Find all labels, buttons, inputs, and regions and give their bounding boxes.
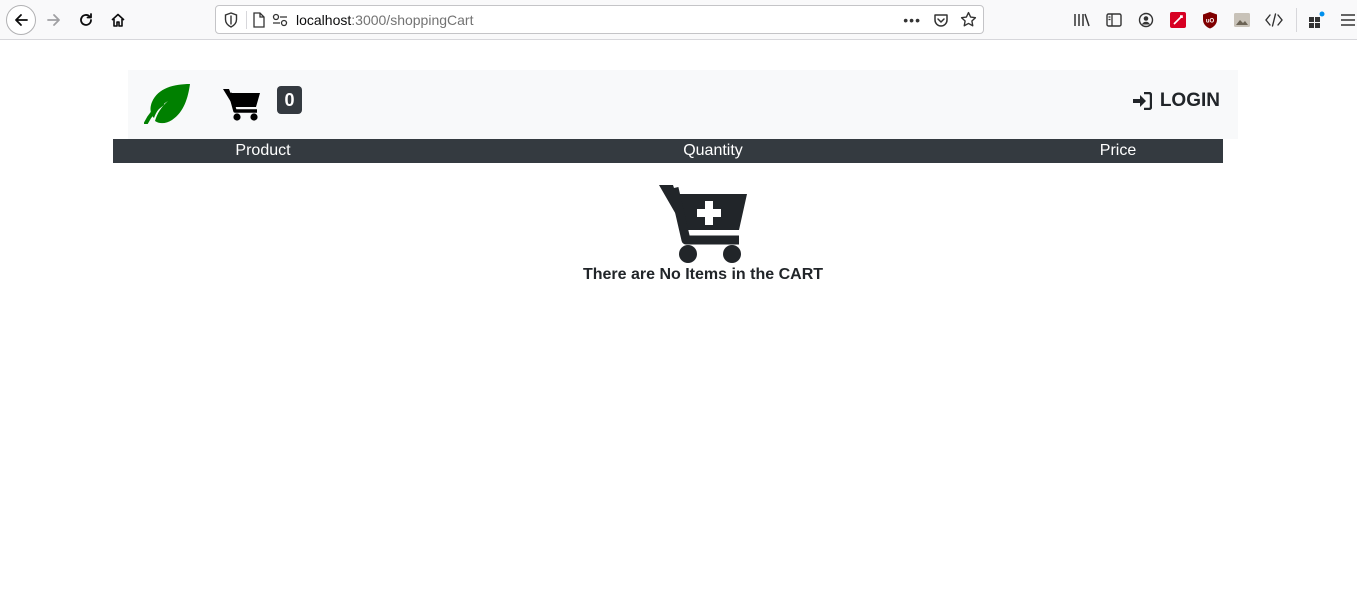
- extension-image-icon[interactable]: [1232, 10, 1252, 30]
- browser-toolbar: localhost:3000/shoppingCart ••• uO: [0, 0, 1357, 40]
- url-bar[interactable]: localhost:3000/shoppingCart •••: [215, 5, 984, 34]
- tracking-shield-icon[interactable]: [224, 12, 238, 33]
- url-text[interactable]: localhost:3000/shoppingCart: [296, 11, 473, 29]
- back-button[interactable]: [6, 5, 36, 35]
- empty-cart-message: There are No Items in the CART: [582, 266, 824, 283]
- dev-tools-icon[interactable]: [1264, 10, 1284, 30]
- extensions-icon[interactable]: [1306, 10, 1326, 30]
- arrow-left-icon: [15, 14, 28, 26]
- url-path: :3000/shoppingCart: [351, 12, 474, 28]
- svg-text:uO: uO: [1206, 19, 1215, 25]
- sidebar-icon[interactable]: [1104, 10, 1124, 30]
- home-icon: [111, 13, 125, 27]
- column-header-quantity: Quantity: [683, 142, 743, 159]
- cart-count-badge: 0: [277, 86, 302, 114]
- cart-icon[interactable]: [222, 86, 262, 122]
- column-header-price: Price: [1099, 142, 1137, 159]
- pocket-icon[interactable]: [933, 12, 949, 33]
- reload-button[interactable]: [72, 6, 100, 34]
- account-icon[interactable]: [1136, 10, 1156, 30]
- page-actions-icon[interactable]: •••: [903, 12, 921, 28]
- sign-in-icon: [1132, 92, 1152, 110]
- column-header-product: Product: [235, 142, 291, 159]
- reload-icon: [80, 13, 92, 26]
- login-label: LOGIN: [1159, 90, 1220, 111]
- cart-table-header: Product Quantity Price: [113, 139, 1223, 163]
- toolbar-divider: [1296, 8, 1297, 32]
- bookmark-star-icon[interactable]: [960, 11, 977, 33]
- home-button[interactable]: [104, 6, 132, 34]
- menu-icon[interactable]: [1338, 10, 1357, 30]
- cart-plus-icon: [659, 185, 747, 263]
- arrow-right-icon: [47, 14, 60, 26]
- login-link[interactable]: LOGIN: [1132, 88, 1220, 114]
- forward-button[interactable]: [40, 6, 68, 34]
- permissions-icon[interactable]: [272, 13, 288, 32]
- navbar: 0 LOGIN: [128, 70, 1238, 139]
- extension-red-icon[interactable]: [1168, 10, 1188, 30]
- library-icon[interactable]: [1072, 10, 1092, 30]
- leaf-logo-icon[interactable]: [144, 82, 192, 124]
- url-host: localhost: [296, 12, 352, 28]
- ublock-origin-icon[interactable]: uO: [1200, 10, 1220, 30]
- url-divider: [246, 11, 247, 29]
- page-icon[interactable]: [252, 12, 266, 33]
